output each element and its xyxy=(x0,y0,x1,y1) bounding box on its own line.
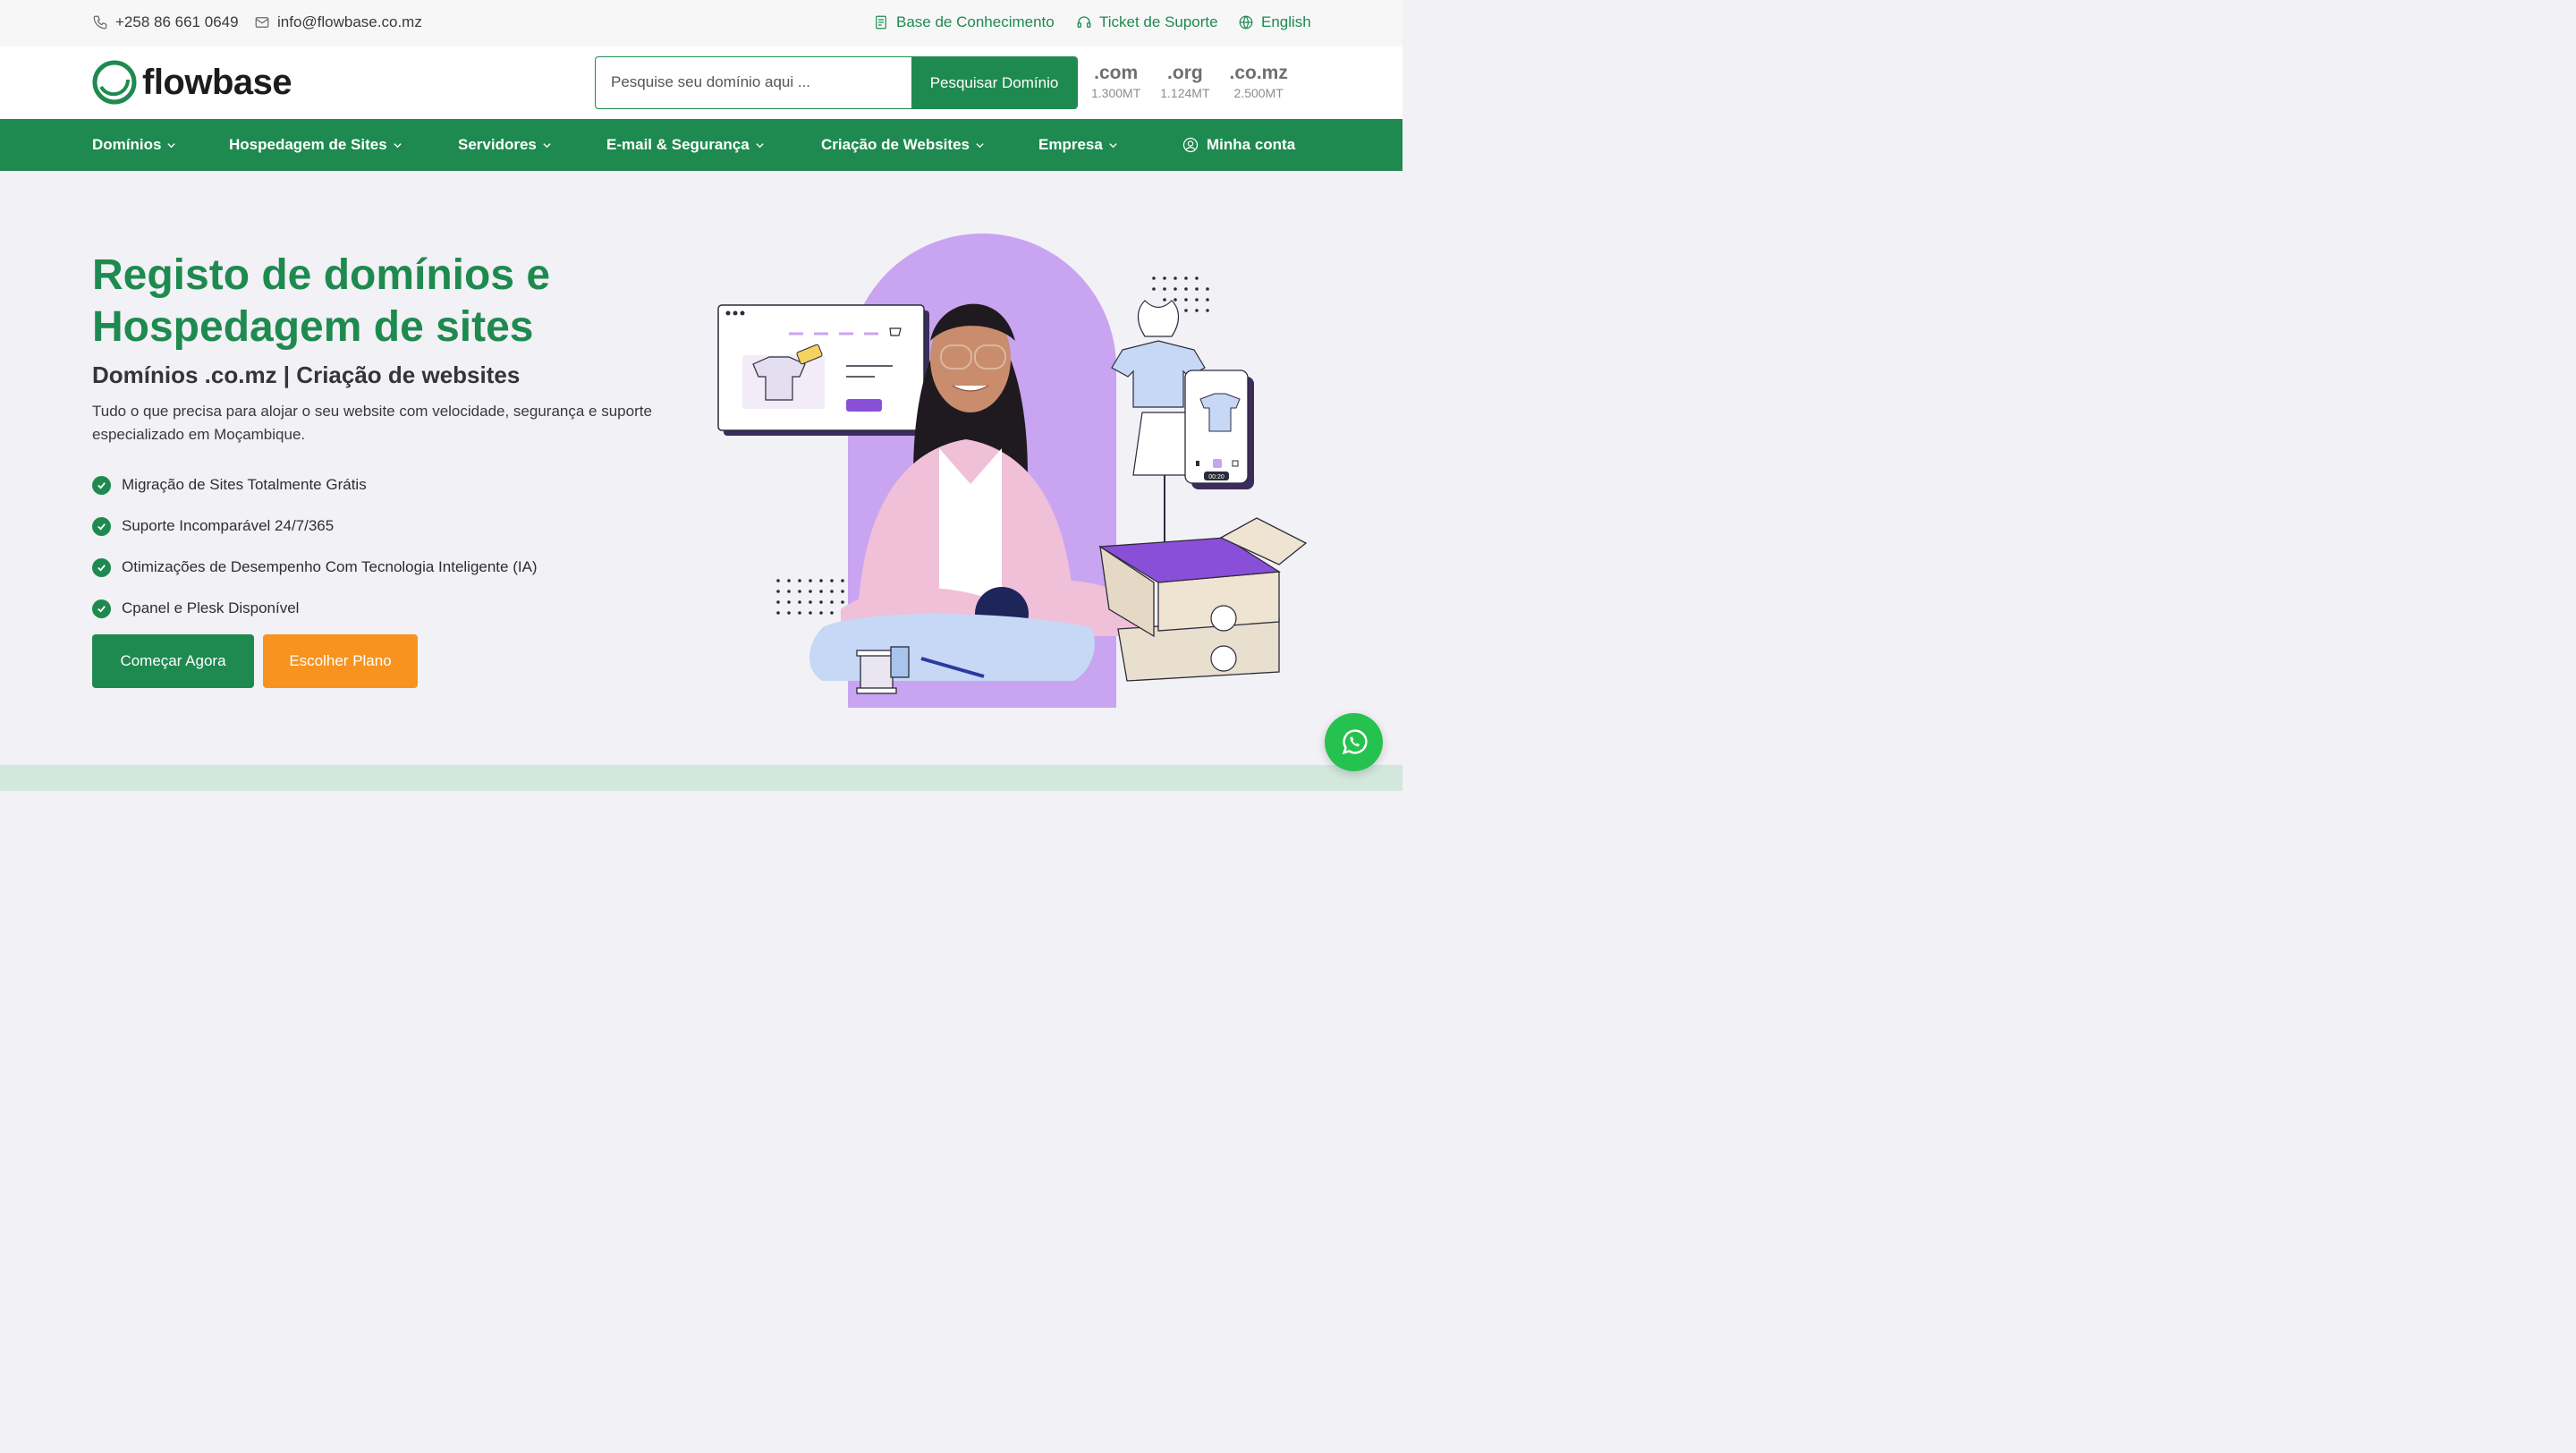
globe-icon xyxy=(1239,15,1253,30)
nav-item-empresa[interactable]: Empresa xyxy=(1038,136,1118,154)
domain-search: Pesquisar Domínio xyxy=(595,56,1078,109)
logo-mark-icon xyxy=(92,60,137,105)
feature-list: Migração de Sites Totalmente Grátis Supo… xyxy=(92,464,538,629)
list-item: Suporte Incomparável 24/7/365 xyxy=(92,506,538,547)
language-switcher[interactable]: English xyxy=(1238,13,1311,31)
nav-item-label: Hospedagem de Sites xyxy=(229,136,387,153)
tld-extension: .com xyxy=(1094,63,1139,83)
nav-item-label: Empresa xyxy=(1038,136,1103,153)
nav-item-label: E-mail & Segurança xyxy=(606,136,750,153)
check-icon xyxy=(92,557,111,577)
nav-item-criacao-websites[interactable]: Criação de Websites xyxy=(821,136,985,154)
top-bar: +258 86 661 0649 info@flowbase.co.mz Bas… xyxy=(0,0,1402,47)
account-label: Minha conta xyxy=(1207,136,1296,153)
knowledge-base-link[interactable]: Base de Conhecimento xyxy=(873,13,1055,31)
nav-item-dominios[interactable]: Domínios xyxy=(92,136,176,154)
phone-icon xyxy=(93,15,107,30)
main-nav: Domínios Hospedagem de Sites Servidores … xyxy=(0,119,1402,171)
tld-co-mz[interactable]: .co.mz 2.500MT xyxy=(1230,63,1288,100)
logo[interactable]: flowbase xyxy=(92,60,292,105)
start-now-button[interactable]: Começar Agora xyxy=(92,634,254,688)
tld-extension: .org xyxy=(1167,63,1203,83)
chevron-down-icon xyxy=(394,142,402,148)
chevron-down-icon xyxy=(543,142,551,148)
tld-prices: .com 1.300MT .org 1.124MT .co.mz 2.500MT xyxy=(1091,63,1288,100)
nav-item-label: Servidores xyxy=(458,136,537,153)
whatsapp-chat-button[interactable] xyxy=(1325,713,1383,771)
hero-title: Registo de domínios e Hospedagem de site… xyxy=(92,251,551,351)
tld-price: 1.124MT xyxy=(1160,86,1210,100)
check-icon xyxy=(92,599,111,618)
tld-com[interactable]: .com 1.300MT xyxy=(1091,63,1140,100)
support-ticket-label: Ticket de Suporte xyxy=(1099,13,1218,30)
hero-description: Tudo o que precisa para alojar o seu web… xyxy=(92,403,652,443)
email-address: info@flowbase.co.mz xyxy=(277,13,422,30)
book-icon xyxy=(876,15,886,30)
choose-plan-button[interactable]: Escolher Plano xyxy=(263,634,418,688)
check-icon xyxy=(92,475,111,495)
nav-item-label: Criação de Websites xyxy=(821,136,970,153)
feature-label: Cpanel e Plesk Disponível xyxy=(122,599,300,616)
tld-price: 2.500MT xyxy=(1233,86,1284,100)
chevron-down-icon xyxy=(976,142,984,148)
video-timer: 00:20 xyxy=(1208,474,1224,480)
headset-icon xyxy=(1077,16,1091,28)
phone-number: +258 86 661 0649 xyxy=(115,13,239,30)
knowledge-base-label: Base de Conhecimento xyxy=(896,13,1055,30)
chevron-down-icon xyxy=(167,142,176,148)
check-icon xyxy=(92,516,111,536)
feature-label: Suporte Incomparável 24/7/365 xyxy=(122,517,335,534)
whatsapp-icon xyxy=(1342,728,1368,754)
support-ticket-link[interactable]: Ticket de Suporte xyxy=(1076,13,1218,31)
nav-account[interactable]: Minha conta xyxy=(1182,136,1295,154)
nav-item-label: Domínios xyxy=(92,136,162,153)
tld-extension: .co.mz xyxy=(1229,63,1288,83)
phone-contact[interactable]: +258 86 661 0649 xyxy=(92,13,239,31)
nav-item-email-seguranca[interactable]: E-mail & Segurança xyxy=(606,136,765,154)
next-section-band xyxy=(0,765,1402,791)
list-item: Otimizações de Desempenho Com Tecnologia… xyxy=(92,547,538,588)
chevron-down-icon xyxy=(756,142,764,148)
tld-price: 1.300MT xyxy=(1091,86,1141,100)
hero-illustration: 00:20 xyxy=(717,234,1308,708)
email-contact[interactable]: info@flowbase.co.mz xyxy=(254,13,422,31)
hero-subtitle: Domínios .co.mz | Criação de websites xyxy=(92,361,521,388)
header: flowbase Pesquisar Domínio .com 1.300MT … xyxy=(0,47,1402,119)
domain-search-button[interactable]: Pesquisar Domínio xyxy=(911,57,1077,108)
list-item: Cpanel e Plesk Disponível xyxy=(92,588,538,629)
tld-org[interactable]: .org 1.124MT xyxy=(1160,63,1209,100)
logo-text: flowbase xyxy=(142,62,292,102)
chevron-down-icon xyxy=(1109,142,1117,148)
shipping-boxes-image xyxy=(1097,517,1308,682)
feature-label: Migração de Sites Totalmente Grátis xyxy=(122,476,367,493)
feature-label: Otimizações de Desempenho Com Tecnologia… xyxy=(122,558,538,575)
shop-window-card xyxy=(717,304,929,436)
domain-search-input[interactable] xyxy=(596,57,912,107)
phone-video-card: 00:20 xyxy=(1184,370,1254,489)
language-label: English xyxy=(1261,13,1311,30)
nav-item-hospedagem[interactable]: Hospedagem de Sites xyxy=(229,136,402,154)
user-icon xyxy=(1182,137,1199,153)
mail-icon xyxy=(255,17,269,28)
list-item: Migração de Sites Totalmente Grátis xyxy=(92,464,538,506)
hero-section: Registo de domínios e Hospedagem de site… xyxy=(0,171,1402,765)
nav-item-servidores[interactable]: Servidores xyxy=(458,136,552,154)
